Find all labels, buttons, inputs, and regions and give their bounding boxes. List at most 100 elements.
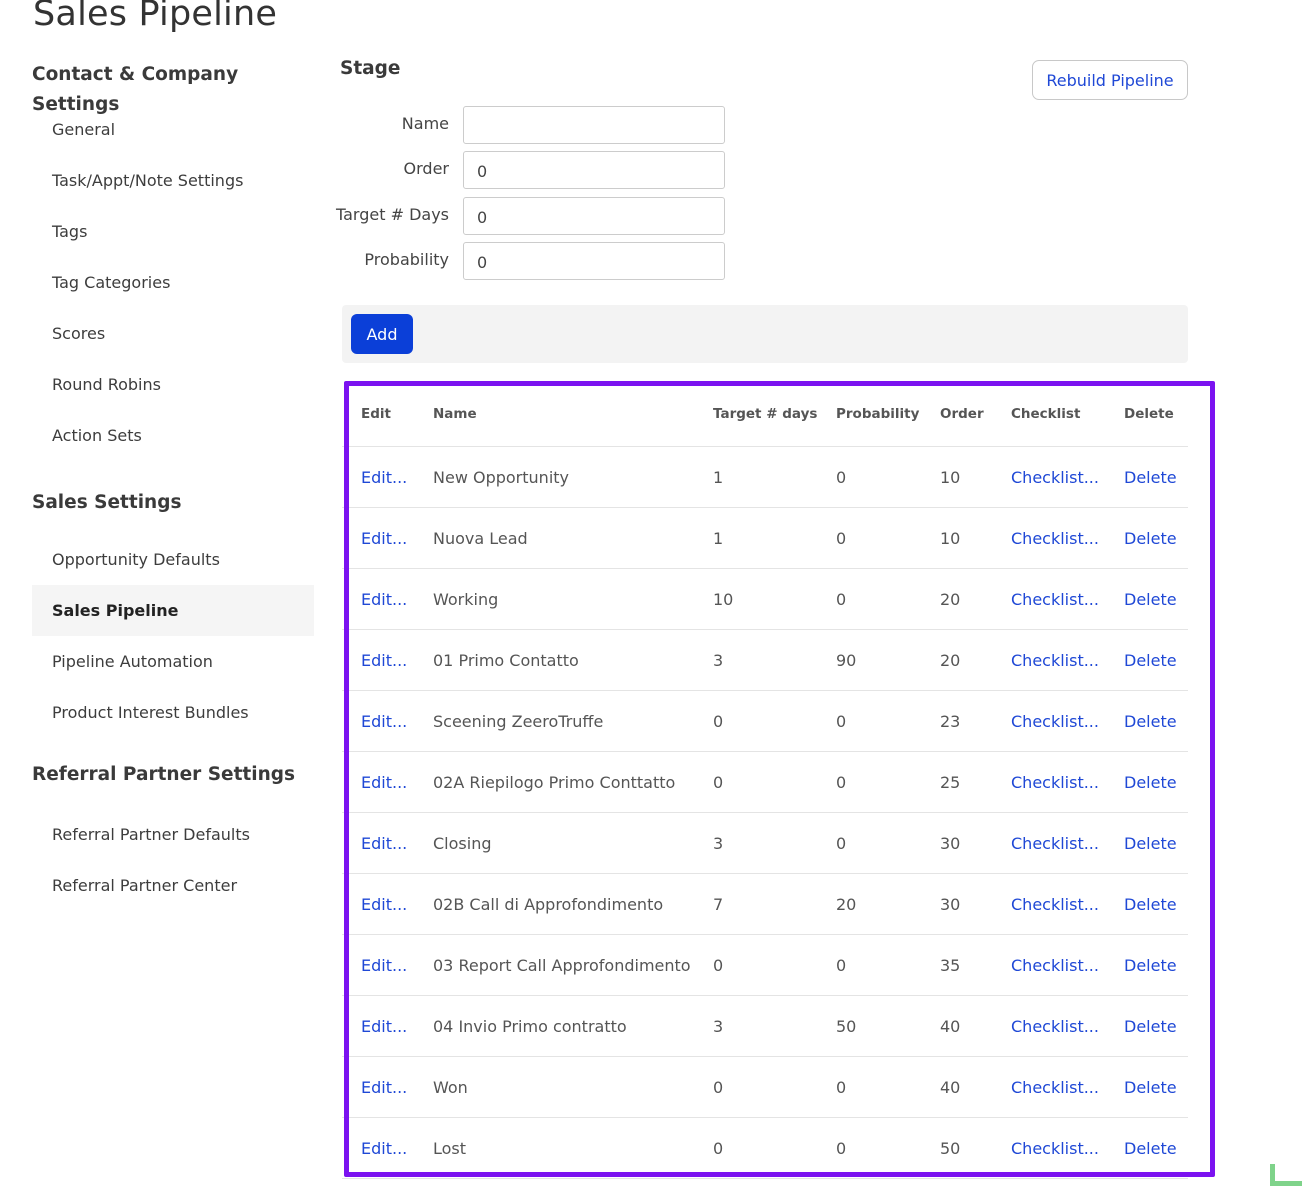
stage-target-days-row: Target # Days <box>336 197 730 235</box>
edit-link[interactable]: Edit... <box>342 751 433 813</box>
probability-cell: 50 <box>836 995 940 1057</box>
edit-link[interactable]: Edit... <box>342 446 433 508</box>
column-header-edit: Edit <box>342 382 433 447</box>
edit-link[interactable]: Edit... <box>342 873 433 935</box>
edit-link[interactable]: Edit... <box>342 629 433 691</box>
stage-name-cell: 04 Invio Primo contratto <box>433 995 713 1057</box>
table-row: Edit... 02A Riepilogo Primo Conttatto 0 0 25… <box>342 751 1188 813</box>
checklist-link[interactable]: Checklist... <box>1011 1056 1124 1118</box>
order-cell: 30 <box>940 873 1011 935</box>
delete-link[interactable]: Delete <box>1124 568 1188 630</box>
checklist-link[interactable]: Checklist... <box>1011 629 1124 691</box>
table-row: Edit... Lost 0 0 50 Checklist... Delete <box>342 1117 1188 1179</box>
sidebar-item-referral-partner-defaults[interactable]: Referral Partner Defaults <box>32 809 314 860</box>
stage-order-input[interactable] <box>463 151 725 189</box>
probability-cell: 90 <box>836 629 940 691</box>
checklist-link[interactable]: Checklist... <box>1011 1117 1124 1179</box>
probability-cell: 0 <box>836 1117 940 1179</box>
stage-target-days-input[interactable] <box>463 197 725 235</box>
order-cell: 10 <box>940 507 1011 569</box>
sidebar-item-pipeline-automation[interactable]: Pipeline Automation <box>32 636 314 687</box>
checklist-link[interactable]: Checklist... <box>1011 507 1124 569</box>
stages-table-container: Edit Name Target # days Probability Orde… <box>342 382 1188 1182</box>
edit-link[interactable]: Edit... <box>342 995 433 1057</box>
sidebar-item-general[interactable]: General <box>32 104 314 155</box>
table-row: Edit... 03 Report Call Approfondimento 0 0 3… <box>342 934 1188 996</box>
checklist-link[interactable]: Checklist... <box>1011 690 1124 752</box>
delete-link[interactable]: Delete <box>1124 751 1188 813</box>
target-days-cell: 3 <box>713 629 836 691</box>
probability-cell: 0 <box>836 812 940 874</box>
table-row: Edit... 02B Call di Approfondimento 7 20 30 C… <box>342 873 1188 935</box>
stage-name-cell: Working <box>433 568 713 630</box>
settings-sidebar: Contact & Company Settings General Task/… <box>32 60 314 911</box>
delete-link[interactable]: Delete <box>1124 1056 1188 1118</box>
table-row: Edit... Sceening ZeeroTruffe 0 0 23 Checklist… <box>342 690 1188 752</box>
table-header-row: Edit Name Target # days Probability Orde… <box>342 382 1188 447</box>
section-heading-sales: Sales Settings <box>32 492 182 513</box>
corner-marker <box>1270 1164 1302 1186</box>
probability-cell: 0 <box>836 690 940 752</box>
order-cell: 10 <box>940 446 1011 508</box>
sidebar-item-tag-categories[interactable]: Tag Categories <box>32 257 314 308</box>
delete-link[interactable]: Delete <box>1124 873 1188 935</box>
edit-link[interactable]: Edit... <box>342 507 433 569</box>
checklist-link[interactable]: Checklist... <box>1011 873 1124 935</box>
delete-link[interactable]: Delete <box>1124 934 1188 996</box>
delete-link[interactable]: Delete <box>1124 995 1188 1057</box>
delete-link[interactable]: Delete <box>1124 812 1188 874</box>
edit-link[interactable]: Edit... <box>342 812 433 874</box>
stage-name-cell: Won <box>433 1056 713 1118</box>
probability-cell: 20 <box>836 873 940 935</box>
column-header-checklist: Checklist <box>1011 382 1124 447</box>
target-days-cell: 0 <box>713 1117 836 1179</box>
stage-name-cell: 03 Report Call Approfondimento <box>433 934 713 996</box>
target-days-cell: 3 <box>713 995 836 1057</box>
order-cell: 25 <box>940 751 1011 813</box>
table-row: Edit... 04 Invio Primo contratto 3 50 40 Chec… <box>342 995 1188 1057</box>
edit-link[interactable]: Edit... <box>342 690 433 752</box>
checklist-link[interactable]: Checklist... <box>1011 934 1124 996</box>
stages-table: Edit Name Target # days Probability Orde… <box>342 382 1188 1179</box>
checklist-link[interactable]: Checklist... <box>1011 812 1124 874</box>
probability-cell: 0 <box>836 1056 940 1118</box>
table-row: Edit... New Opportunity 1 0 10 Checklist... De… <box>342 446 1188 508</box>
sidebar-item-opportunity-defaults[interactable]: Opportunity Defaults <box>32 534 314 585</box>
delete-link[interactable]: Delete <box>1124 507 1188 569</box>
sidebar-item-round-robins[interactable]: Round Robins <box>32 359 314 410</box>
column-header-target-days: Target # days <box>713 382 836 447</box>
delete-link[interactable]: Delete <box>1124 629 1188 691</box>
table-row: Edit... Nuova Lead 1 0 10 Checklist... Delete <box>342 507 1188 569</box>
sidebar-item-tags[interactable]: Tags <box>32 206 314 257</box>
sidebar-item-referral-partner-center[interactable]: Referral Partner Center <box>32 860 314 911</box>
sidebar-item-sales-pipeline[interactable]: Sales Pipeline <box>32 585 314 636</box>
delete-link[interactable]: Delete <box>1124 690 1188 752</box>
edit-link[interactable]: Edit... <box>342 1117 433 1179</box>
stage-probability-input[interactable] <box>463 242 725 280</box>
probability-cell: 0 <box>836 446 940 508</box>
target-days-cell: 1 <box>713 446 836 508</box>
order-cell: 23 <box>940 690 1011 752</box>
sidebar-item-task-appt-note-settings[interactable]: Task/Appt/Note Settings <box>32 155 314 206</box>
checklist-link[interactable]: Checklist... <box>1011 995 1124 1057</box>
order-cell: 35 <box>940 934 1011 996</box>
sidebar-item-action-sets[interactable]: Action Sets <box>32 410 314 461</box>
target-days-cell: 0 <box>713 751 836 813</box>
sidebar-item-scores[interactable]: Scores <box>32 308 314 359</box>
stage-order-label: Order <box>403 159 449 178</box>
stage-name-input[interactable] <box>463 106 725 144</box>
checklist-link[interactable]: Checklist... <box>1011 751 1124 813</box>
checklist-link[interactable]: Checklist... <box>1011 446 1124 508</box>
stage-name-label: Name <box>401 114 449 133</box>
delete-link[interactable]: Delete <box>1124 446 1188 508</box>
rebuild-pipeline-button[interactable]: Rebuild Pipeline <box>1032 60 1188 100</box>
probability-cell: 0 <box>836 934 940 996</box>
add-stage-button[interactable]: Add <box>351 314 413 354</box>
table-row: Edit... Working 10 0 20 Checklist... Delete <box>342 568 1188 630</box>
edit-link[interactable]: Edit... <box>342 568 433 630</box>
delete-link[interactable]: Delete <box>1124 1117 1188 1179</box>
edit-link[interactable]: Edit... <box>342 934 433 996</box>
edit-link[interactable]: Edit... <box>342 1056 433 1118</box>
sidebar-item-product-interest-bundles[interactable]: Product Interest Bundles <box>32 687 314 738</box>
checklist-link[interactable]: Checklist... <box>1011 568 1124 630</box>
